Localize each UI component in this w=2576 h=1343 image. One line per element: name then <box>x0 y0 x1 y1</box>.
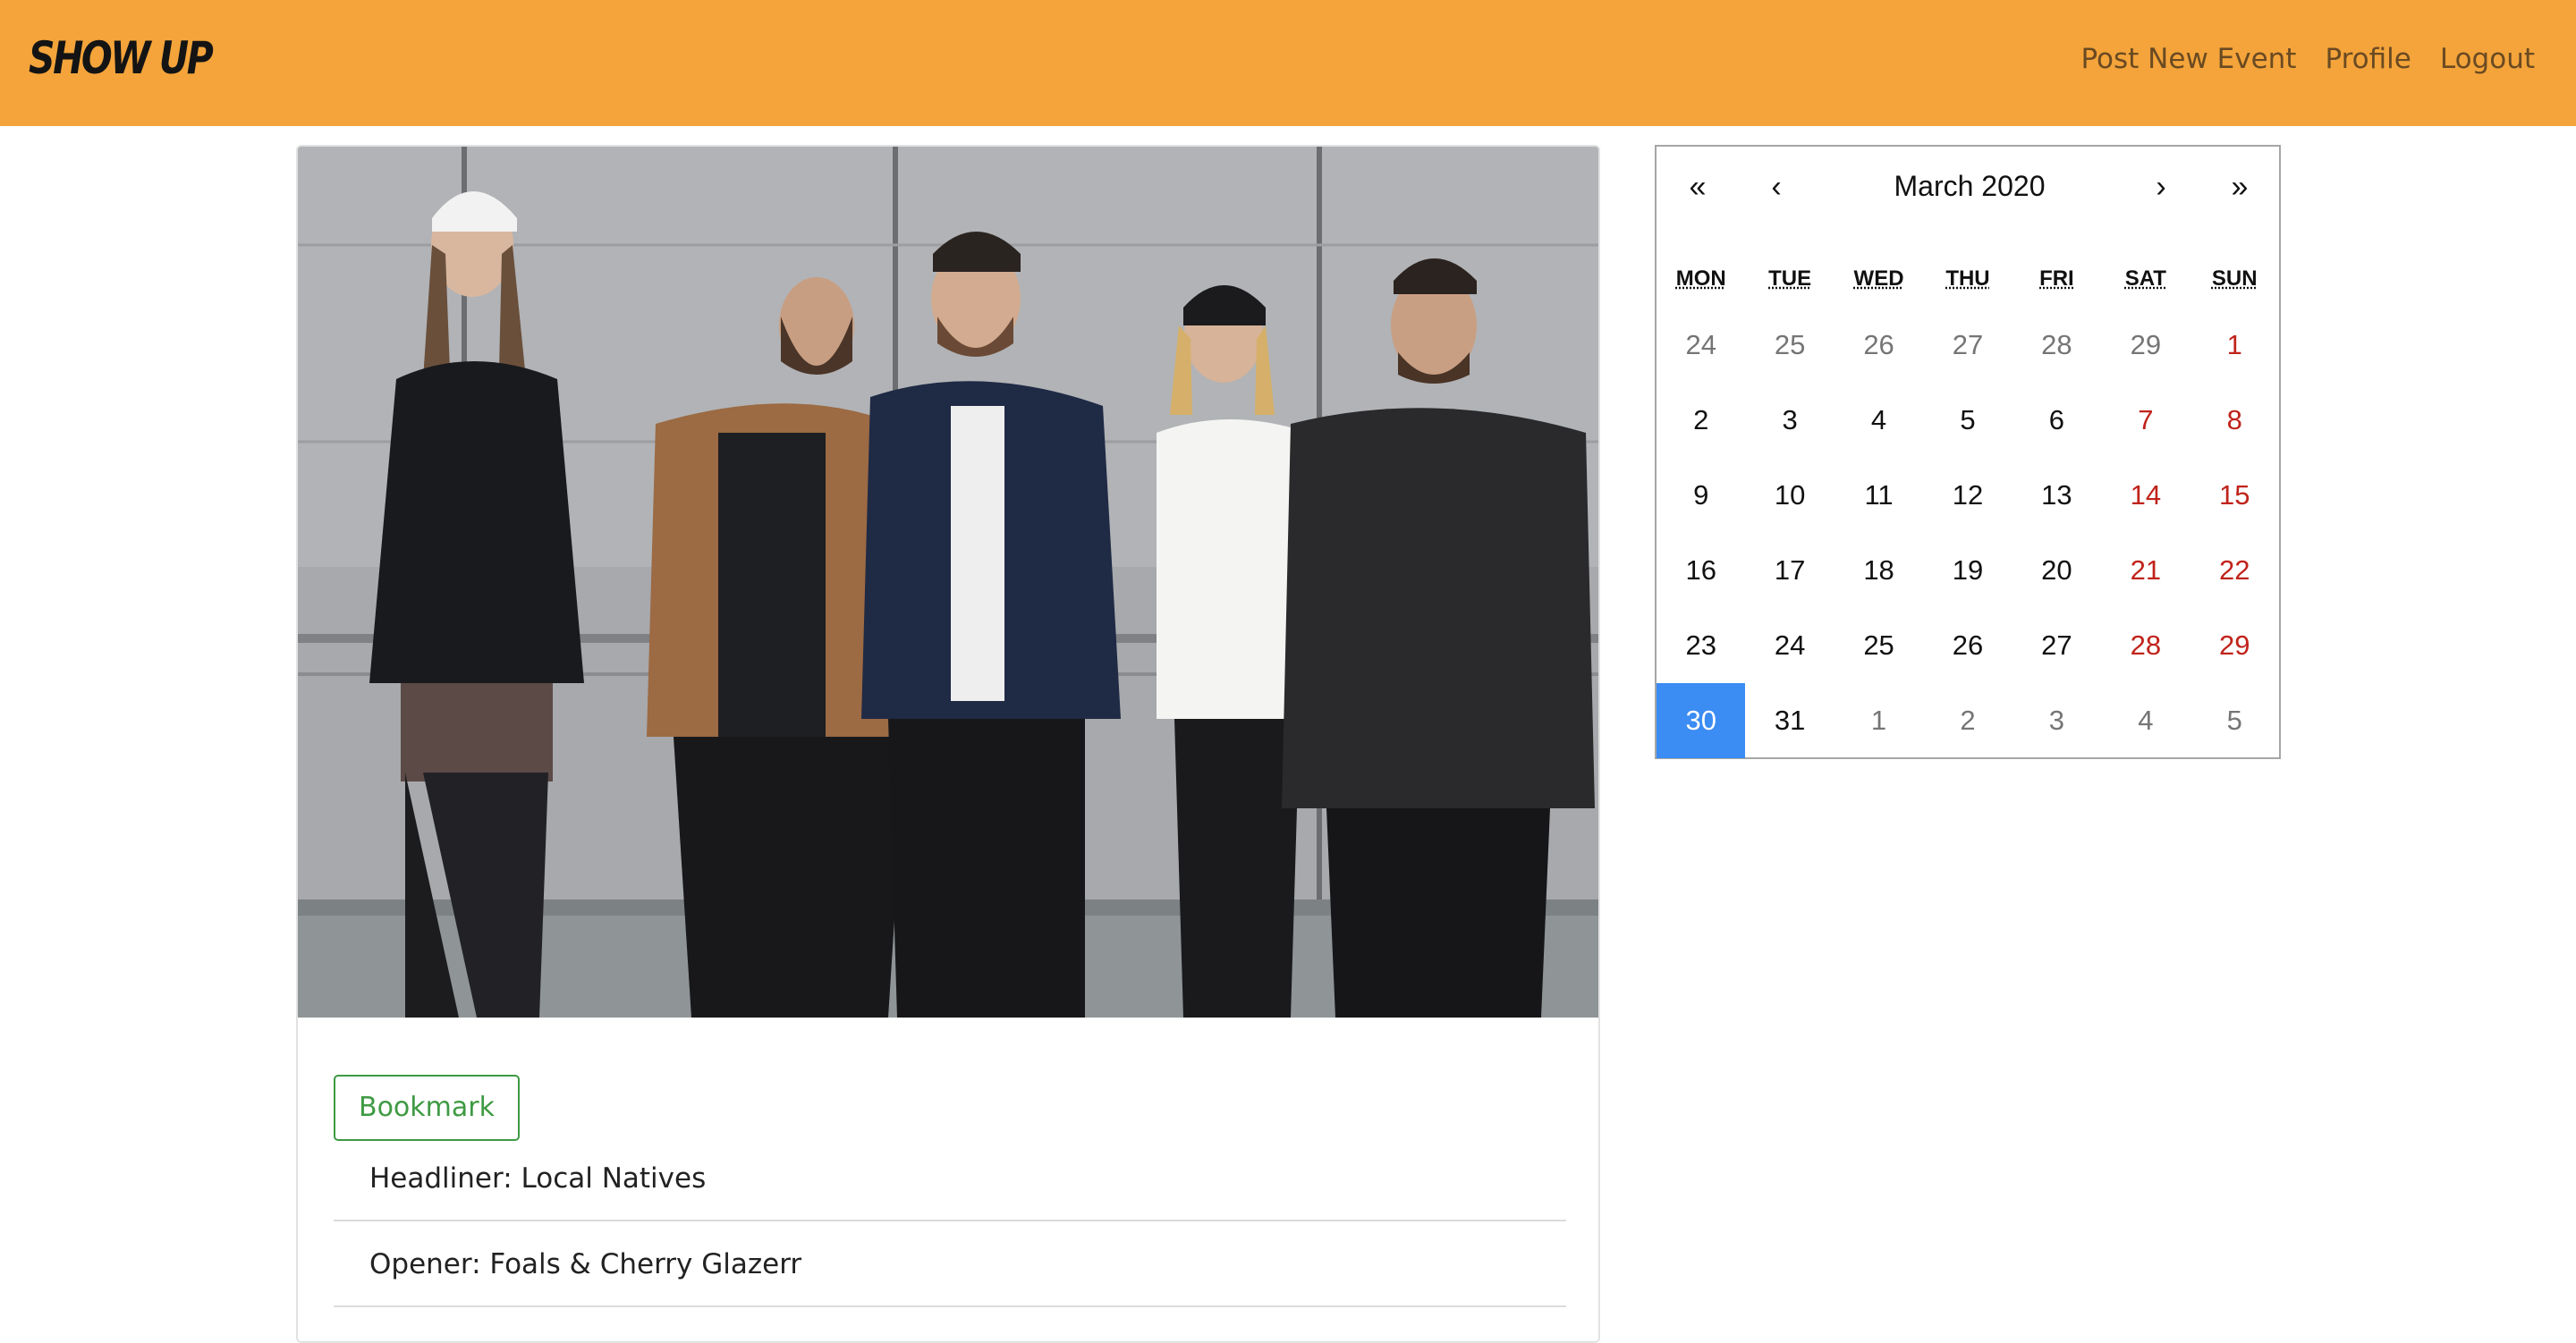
calendar-week-row: 23 24 25 26 27 28 29 <box>1657 608 2279 683</box>
calendar-week-row: 9 10 11 12 13 14 15 <box>1657 458 2279 533</box>
calendar-day[interactable]: 6 <box>2012 383 2101 458</box>
calendar-day[interactable]: 26 <box>1835 308 1923 383</box>
calendar-day[interactable]: 7 <box>2101 383 2190 458</box>
calendar-day[interactable]: 1 <box>2190 308 2279 383</box>
weekday-mon: MON <box>1675 266 1726 291</box>
calendar-week-row: 2345678 <box>1657 383 2279 458</box>
calendar-week-row: 24 25 26 27 28 29 1 <box>1657 308 2279 383</box>
calendar-day[interactable]: 4 <box>1835 383 1923 458</box>
calendar-week-row: 16 17 18 19 20 21 22 <box>1657 533 2279 608</box>
calendar-day[interactable]: 11 <box>1835 458 1923 533</box>
calendar-day[interactable]: 28 <box>2101 608 2190 683</box>
weekday-tue: TUE <box>1768 266 1812 291</box>
calendar-day[interactable]: 12 <box>1923 458 2012 533</box>
calendar-day[interactable]: 23 <box>1657 608 1745 683</box>
calendar-day[interactable]: 3 <box>1745 383 1834 458</box>
calendar-weekdays: MON TUE WED THU FRI SAT SUN <box>1657 266 2279 291</box>
calendar-day[interactable]: 3 <box>2012 683 2101 758</box>
calendar-day[interactable]: 2 <box>1657 383 1745 458</box>
calendar-day[interactable]: 28 <box>2012 308 2101 383</box>
calendar-day[interactable]: 16 <box>1657 533 1745 608</box>
weekday-thu: THU <box>1945 266 1990 291</box>
calendar-day[interactable]: 24 <box>1745 608 1834 683</box>
calendar-day[interactable]: 17 <box>1745 533 1834 608</box>
calendar-day[interactable]: 10 <box>1745 458 1834 533</box>
calendar-day[interactable]: 5 <box>2190 683 2279 758</box>
event-details: Bookmark Headliner: Local Natives Opener… <box>334 1075 1566 1307</box>
calendar-day[interactable]: 25 <box>1835 608 1923 683</box>
prev-month-button[interactable]: ‹ <box>1750 165 1803 209</box>
calendar-day[interactable]: 29 <box>2101 308 2190 383</box>
brand-logo[interactable]: SHOW UP <box>29 32 214 84</box>
calendar-day[interactable]: 8 <box>2190 383 2279 458</box>
bookmark-button[interactable]: Bookmark <box>334 1075 520 1141</box>
calendar-day[interactable]: 15 <box>2190 458 2279 533</box>
weekday-sat: SAT <box>2124 266 2166 291</box>
detail-list: Headliner: Local Natives Opener: Foals &… <box>334 1150 1566 1307</box>
calendar-day[interactable]: 13 <box>2012 458 2101 533</box>
calendar-day[interactable]: 1 <box>1835 683 1923 758</box>
calendar-day[interactable]: 31 <box>1745 683 1834 758</box>
calendar-day[interactable]: 22 <box>2190 533 2279 608</box>
nav-links: Post New Event Profile Logout <box>2080 43 2535 75</box>
nav-link-logout[interactable]: Logout <box>2440 43 2535 75</box>
nav-link-profile[interactable]: Profile <box>2325 43 2411 75</box>
calendar-day[interactable]: 9 <box>1657 458 1745 533</box>
calendar-day[interactable]: 27 <box>1923 308 2012 383</box>
next-month-button[interactable]: › <box>2134 165 2188 209</box>
weekday-fri: FRI <box>2039 266 2074 291</box>
navbar: SHOW UP Post New Event Profile Logout <box>0 0 2576 126</box>
calendar-day[interactable]: 27 <box>2012 608 2101 683</box>
calendar-day-selected[interactable]: 30 <box>1657 683 1746 758</box>
next-year-button[interactable]: » <box>2213 165 2267 209</box>
calendar-day[interactable]: 19 <box>1923 533 2012 608</box>
calendar-week-row: 30 31 1 2 3 4 5 <box>1657 683 2279 758</box>
calendar-navigation: « ‹ March 2020 › » <box>1657 147 2279 225</box>
headliner-item: Headliner: Local Natives <box>334 1150 1566 1221</box>
calendar-day[interactable]: 14 <box>2101 458 2190 533</box>
calendar-month-label[interactable]: March 2020 <box>1818 170 2122 203</box>
prev-year-button[interactable]: « <box>1671 165 1724 209</box>
calendar-day[interactable]: 25 <box>1745 308 1834 383</box>
calendar-day[interactable]: 29 <box>2190 608 2279 683</box>
calendar-day[interactable]: 5 <box>1923 383 2012 458</box>
nav-link-post-new-event[interactable]: Post New Event <box>2080 43 2296 75</box>
calendar-day[interactable]: 26 <box>1923 608 2012 683</box>
event-card: Bookmark Headliner: Local Natives Opener… <box>296 145 1600 1343</box>
calendar-day[interactable]: 24 <box>1657 308 1745 383</box>
calendar-day[interactable]: 18 <box>1835 533 1923 608</box>
event-photo <box>298 147 1598 1018</box>
calendar-day[interactable]: 21 <box>2101 533 2190 608</box>
calendar-day[interactable]: 20 <box>2012 533 2101 608</box>
calendar-day-grid: 24 25 26 27 28 29 1 2 3 4 5 6 7 8 9 10 11 12 13 14 15 16 17 18 1… <box>1657 308 2279 758</box>
calendar-day[interactable]: 2 <box>1923 683 2012 758</box>
calendar: « ‹ March 2020 › » MON TUE WED THU FRI S… <box>1655 145 2281 759</box>
weekday-wed: WED <box>1853 266 1904 291</box>
opener-item: Opener: Foals & Cherry Glazerr <box>334 1221 1566 1307</box>
weekday-sun: SUN <box>2211 266 2258 291</box>
calendar-day[interactable]: 4 <box>2101 683 2190 758</box>
